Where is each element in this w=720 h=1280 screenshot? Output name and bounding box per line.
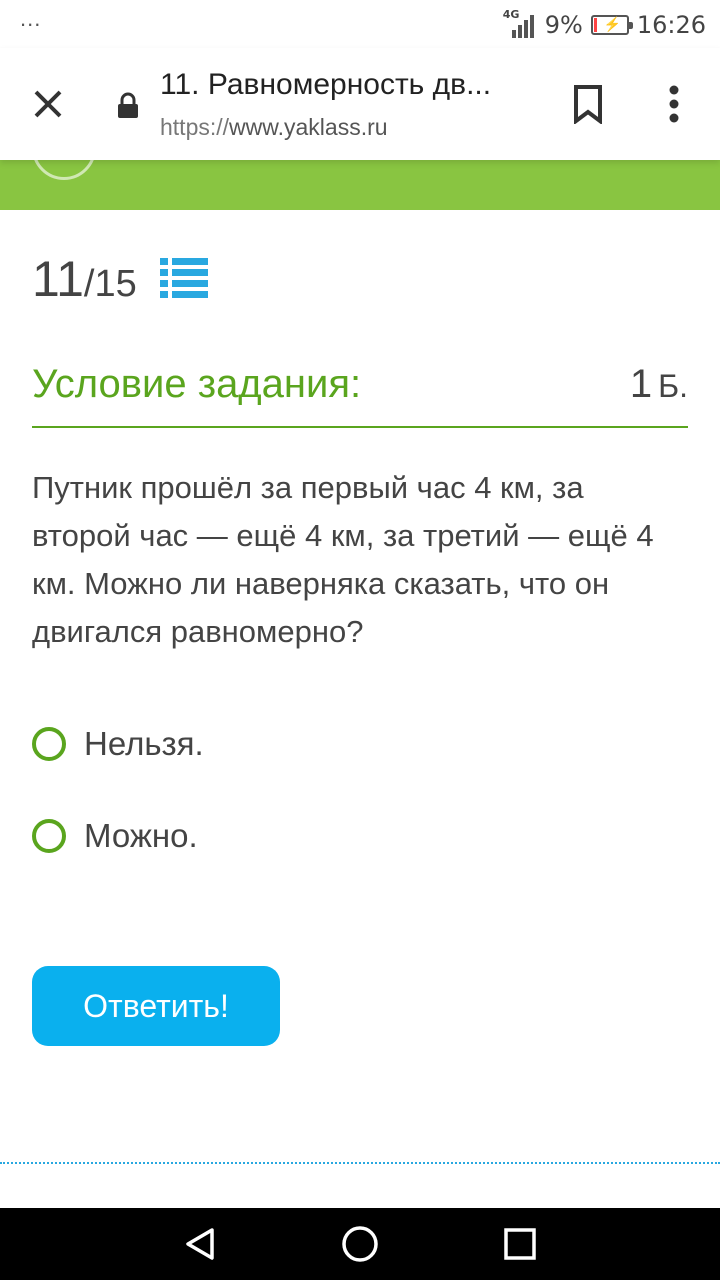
signal-icon: 4G (503, 8, 537, 40)
close-icon (34, 90, 62, 118)
task-list-icon[interactable] (160, 256, 208, 300)
option-label: Можно. (84, 817, 198, 854)
lock-icon (116, 92, 140, 120)
answer-option-1[interactable]: Нельзя. (32, 722, 204, 766)
radio-button[interactable] (32, 819, 66, 853)
more-vertical-icon (669, 85, 679, 123)
url-scheme: https:// (160, 114, 230, 140)
total-tasks: 15 (94, 263, 137, 305)
home-button[interactable] (340, 1224, 380, 1264)
url-host: www.yaklass.ru (229, 114, 388, 140)
task-counter: 11 / 15 (32, 250, 137, 310)
option-label: Нельзя. (84, 725, 204, 762)
navigation-bar (0, 1208, 720, 1280)
bookmark-icon (574, 85, 602, 125)
battery-percent: 9% (544, 11, 583, 39)
close-tab-button[interactable] (24, 80, 72, 128)
battery-icon: ⚡ (590, 15, 633, 35)
back-triangle-icon (186, 1228, 214, 1260)
browser-toolbar: 11. Равномерность дв... https://www.yakl… (0, 48, 720, 160)
page-title: 11. Равномерность дв... (160, 68, 492, 101)
home-circle-icon (342, 1226, 378, 1262)
radio-button[interactable] (32, 727, 66, 761)
clock: 16:26 (636, 11, 706, 39)
task-points: 1 Б. (630, 362, 688, 407)
counter-separator: / (83, 263, 95, 305)
header-circle-icon (32, 160, 96, 180)
task-text: Путник прошёл за первый час 4 км, за вто… (32, 470, 654, 649)
answer-option-2[interactable]: Можно. (32, 814, 198, 858)
status-bar: ... 4G 9% ⚡ 16:26 (0, 0, 720, 48)
back-button[interactable] (180, 1224, 220, 1264)
notification-dots: ... (20, 6, 42, 31)
page-header-band (0, 160, 720, 210)
heading-divider (32, 426, 688, 428)
dotted-divider (0, 1162, 720, 1164)
recents-square-icon (504, 1228, 536, 1260)
url-display[interactable]: https://www.yaklass.ru (160, 114, 388, 141)
status-icons: 4G 9% ⚡ 16:26 (503, 8, 706, 42)
points-unit: Б. (658, 368, 688, 404)
menu-button[interactable] (658, 82, 690, 126)
current-task-number: 11 (32, 251, 84, 307)
condition-heading: Условие задания: (32, 362, 362, 406)
recents-button[interactable] (500, 1224, 540, 1264)
bookmark-button[interactable] (570, 84, 606, 125)
submit-answer-button[interactable]: Ответить! (32, 966, 280, 1046)
points-value: 1 (629, 362, 653, 406)
